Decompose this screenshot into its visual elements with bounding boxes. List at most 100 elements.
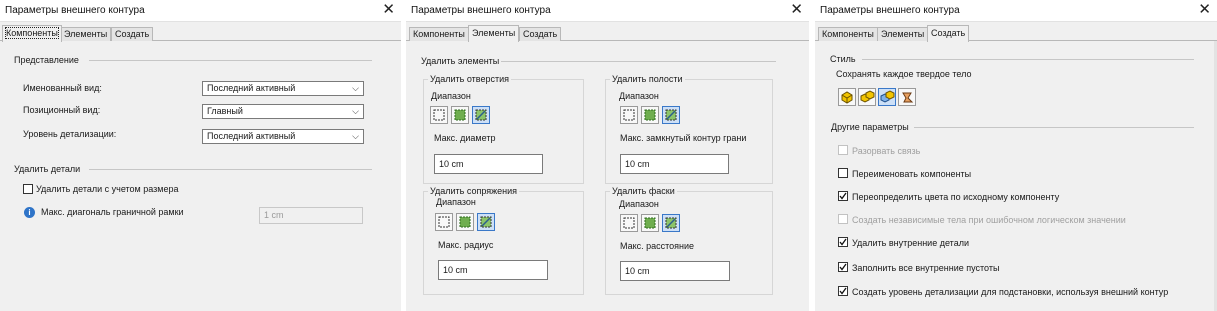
max-diagonal-label: Макс. диагональ граничной рамки — [41, 207, 184, 217]
max-closed-loop-input[interactable]: 10 cm — [620, 154, 729, 174]
range-label: Диапазон — [619, 199, 659, 209]
range-label: Диапазон — [431, 91, 471, 101]
group-title: Удалить полости — [610, 74, 685, 84]
independent-bodies-checkbox[interactable] — [838, 214, 848, 224]
tab-create[interactable]: Создать — [927, 25, 970, 42]
group-title: Удалить фаски — [610, 186, 677, 196]
divider — [89, 60, 372, 61]
remove-internal-parts-checkbox[interactable] — [838, 237, 848, 247]
tab-components[interactable]: Компоненты — [2, 25, 62, 42]
fill-voids-checkbox[interactable] — [838, 262, 848, 272]
range-internal-icon[interactable] — [620, 106, 638, 124]
remove-by-size-label: Удалить детали с учетом размера — [36, 184, 179, 194]
tab-panel-create: Стиль Сохранять каждое твердое тело Друг… — [818, 41, 1214, 309]
remove-internal-parts-label: Удалить внутренние детали — [852, 238, 969, 248]
range-selected-icon[interactable] — [472, 106, 490, 124]
param-label: Макс. замкнутый контур грани — [620, 133, 747, 143]
dialog-title: Параметры внешнего контура — [5, 5, 145, 16]
rename-components-checkbox[interactable] — [838, 168, 848, 178]
group-title: Удалить отверстия — [428, 74, 512, 84]
max-diagonal-input[interactable]: 1 cm — [259, 207, 363, 224]
named-view-label: Именованный вид: — [23, 83, 102, 93]
representation-heading: Представление — [14, 55, 79, 65]
other-params-heading: Другие параметры — [831, 122, 909, 132]
dialog-elements: Параметры внешнего контура ✕ Компоненты … — [406, 0, 809, 311]
fill-voids-label: Заполнить все внутренние пустоты — [852, 263, 1000, 273]
dialog-create: Параметры внешнего контура ✕ Компоненты … — [815, 0, 1217, 311]
dialog-title: Параметры внешнего контура — [820, 5, 960, 16]
divider — [89, 169, 372, 170]
param-label: Макс. расстояние — [620, 241, 695, 251]
override-colors-checkbox[interactable] — [838, 191, 848, 201]
surface-composite-icon[interactable] — [898, 88, 916, 106]
solid-per-instance-icon[interactable] — [878, 88, 896, 106]
range-label: Диапазон — [436, 197, 476, 207]
tab-strip: Компоненты Элементы Создать — [815, 25, 1217, 42]
single-solid-icon[interactable] — [838, 88, 856, 106]
group-remove-cavities: Удалить полости Диапазон Макс. замкнутый… — [605, 74, 773, 184]
range-internal-icon[interactable] — [430, 106, 448, 124]
range-all-icon[interactable] — [456, 213, 474, 231]
positional-view-label: Позиционный вид: — [23, 105, 101, 115]
title-bar: Параметры внешнего контура ✕ — [0, 0, 401, 22]
break-link-checkbox[interactable] — [838, 145, 848, 155]
divider — [914, 127, 1194, 128]
create-lod-checkbox[interactable] — [838, 286, 848, 296]
tab-strip: Компоненты Элементы Создать — [406, 25, 809, 42]
dialog-components: Параметры внешнего контура ✕ Компоненты … — [0, 0, 401, 311]
info-icon: i — [24, 207, 35, 218]
tab-elements[interactable]: Элементы — [877, 27, 929, 41]
title-bar: Параметры внешнего контура ✕ — [815, 0, 1217, 22]
max-diameter-input[interactable]: 10 cm — [434, 154, 543, 174]
tab-components[interactable]: Компоненты — [409, 27, 469, 41]
style-caption: Сохранять каждое твердое тело — [836, 69, 972, 79]
independent-bodies-label: Создать независимые тела при ошибочном л… — [852, 215, 1126, 225]
range-internal-icon[interactable] — [620, 214, 638, 232]
range-label: Диапазон — [619, 91, 659, 101]
style-heading: Стиль — [830, 54, 856, 64]
close-icon[interactable]: ✕ — [790, 1, 803, 19]
rename-components-label: Переименовать компоненты — [852, 169, 972, 179]
range-selected-icon[interactable] — [662, 214, 680, 232]
solid-per-body-icon[interactable] — [858, 88, 876, 106]
named-view-select[interactable]: Последний активный ⌵ — [202, 81, 364, 96]
break-link-label: Разорвать связь — [852, 146, 921, 156]
tab-panel-elements: Удалить элементы Удалить отверстия Диапа… — [409, 41, 806, 309]
param-label: Макс. диаметр — [434, 133, 496, 143]
range-all-icon[interactable] — [451, 106, 469, 124]
chevron-down-icon: ⌵ — [352, 106, 359, 116]
range-all-icon[interactable] — [641, 214, 659, 232]
title-bar: Параметры внешнего контура ✕ — [406, 0, 809, 22]
detail-level-label: Уровень детализации: — [23, 129, 117, 139]
close-icon[interactable]: ✕ — [1198, 1, 1211, 19]
group-remove-holes: Удалить отверстия Диапазон Макс. диаметр… — [423, 74, 584, 184]
remove-details-heading: Удалить детали — [14, 164, 81, 174]
group-remove-chamfers: Удалить фаски Диапазон Макс. расстояние … — [605, 186, 773, 295]
remove-by-size-checkbox[interactable] — [23, 184, 33, 194]
remove-features-heading: Удалить элементы — [421, 56, 500, 66]
tab-elements[interactable]: Элементы — [468, 25, 520, 42]
tab-panel-components: Представление Именованный вид: Последний… — [3, 41, 398, 309]
max-distance-input[interactable]: 10 cm — [620, 261, 730, 281]
group-remove-fillets: Удалить сопряжения Диапазон Макс. радиус… — [423, 186, 584, 295]
detail-level-select[interactable]: Последний активный ⌵ — [202, 129, 364, 144]
chevron-down-icon: ⌵ — [352, 83, 359, 93]
range-all-icon[interactable] — [641, 106, 659, 124]
close-icon[interactable]: ✕ — [382, 1, 395, 19]
override-colors-label: Переопределить цвета по исходному компон… — [852, 192, 1060, 202]
positional-view-select[interactable]: Главный ⌵ — [202, 104, 364, 119]
range-selected-icon[interactable] — [477, 213, 495, 231]
max-radius-input[interactable]: 10 cm — [438, 260, 548, 280]
tab-components[interactable]: Компоненты — [818, 27, 878, 41]
create-lod-label: Создать уровень детализации для подстано… — [852, 287, 1169, 297]
tab-create[interactable]: Создать — [111, 27, 154, 41]
tab-elements[interactable]: Элементы — [60, 27, 112, 41]
range-selected-icon[interactable] — [662, 106, 680, 124]
tab-create[interactable]: Создать — [519, 27, 562, 41]
tab-strip: Компоненты Элементы Создать — [0, 25, 401, 42]
divider — [862, 59, 1194, 60]
divider — [501, 61, 776, 62]
group-title: Удалить сопряжения — [428, 186, 520, 196]
range-internal-icon[interactable] — [435, 213, 453, 231]
chevron-down-icon: ⌵ — [352, 131, 359, 141]
